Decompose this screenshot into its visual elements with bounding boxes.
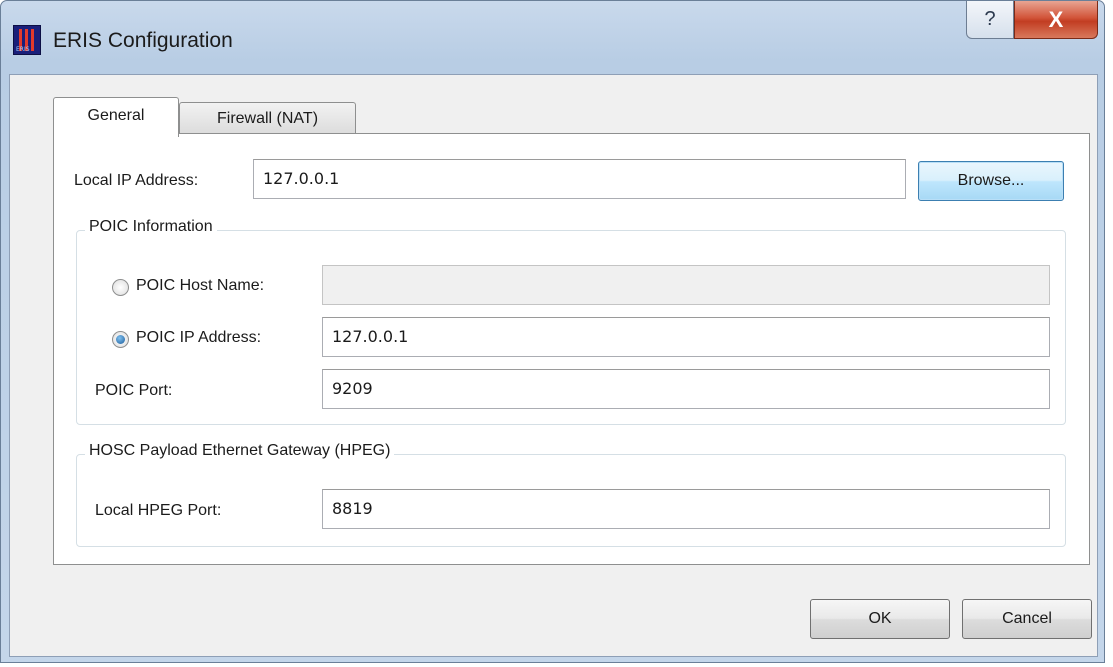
dialog-client-area: General Firewall (NAT) Local IP Address:… — [9, 74, 1098, 657]
poic-information-group: POIC Information POIC Host Name: POIC IP… — [76, 218, 1066, 425]
poic-ip-address-input[interactable]: 127.0.0.1 — [322, 317, 1050, 357]
hpeg-group-title: HOSC Payload Ethernet Gateway (HPEG) — [85, 442, 395, 460]
hpeg-port-input[interactable]: 8819 — [322, 489, 1050, 529]
close-button[interactable]: X — [1014, 1, 1098, 39]
poic-host-name-label[interactable]: POIC Host Name: — [136, 277, 264, 295]
poic-ip-address-label[interactable]: POIC IP Address: — [136, 329, 261, 347]
local-ip-input[interactable]: 127.0.0.1 — [253, 159, 906, 199]
poic-host-name-radio[interactable] — [112, 279, 129, 296]
poic-group-title: POIC Information — [85, 218, 217, 236]
hpeg-port-label: Local HPEG Port: — [95, 502, 222, 519]
tab-general[interactable]: General — [53, 97, 179, 137]
tab-firewall-nat[interactable]: Firewall (NAT) — [179, 102, 356, 134]
help-button[interactable]: ? — [966, 1, 1014, 39]
poic-port-label: POIC Port: — [95, 382, 173, 399]
poic-port-input[interactable]: 9209 — [322, 369, 1050, 409]
browse-button[interactable]: Browse... — [918, 161, 1064, 201]
window-title: ERIS Configuration — [53, 29, 233, 52]
eris-configuration-window: ERIS ERIS Configuration ? X General Fire… — [0, 0, 1105, 663]
local-ip-label: Local IP Address: — [74, 172, 199, 189]
close-icon: X — [1048, 6, 1064, 32]
poic-ip-address-radio[interactable] — [112, 331, 129, 348]
title-bar[interactable]: ERIS ERIS Configuration ? X — [1, 1, 1104, 73]
ok-button[interactable]: OK — [810, 599, 950, 639]
poic-host-name-input[interactable] — [322, 265, 1050, 305]
general-tab-panel: Local IP Address: 127.0.0.1 Browse... PO… — [53, 133, 1090, 565]
eris-app-icon: ERIS — [13, 25, 41, 55]
cancel-button[interactable]: Cancel — [962, 599, 1092, 639]
help-icon: ? — [984, 8, 996, 30]
app-icon-label: ERIS — [16, 46, 30, 53]
hpeg-group: HOSC Payload Ethernet Gateway (HPEG) Loc… — [76, 442, 1066, 547]
